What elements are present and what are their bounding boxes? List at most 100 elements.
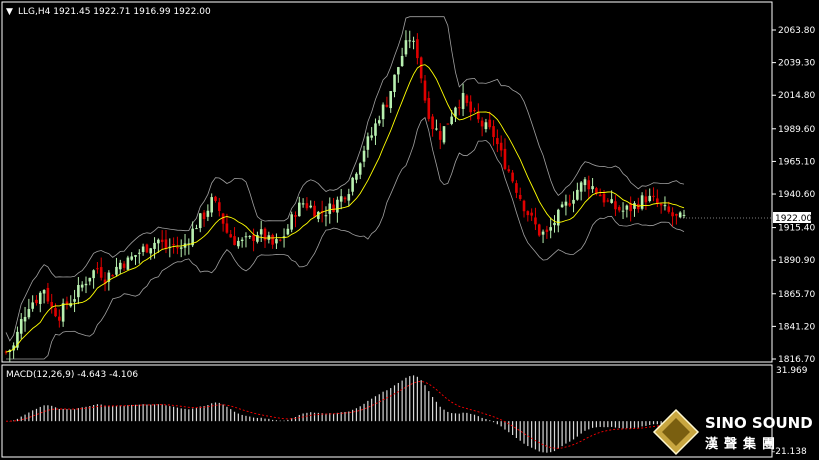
candle-bear xyxy=(164,239,168,249)
price-tick-label: 1890.90 xyxy=(778,256,815,266)
candle-bear xyxy=(225,223,229,233)
candle-bear xyxy=(598,194,602,197)
candle-bull xyxy=(237,240,240,247)
price-tick-label: 1816.70 xyxy=(778,355,815,365)
candle-bear xyxy=(99,267,103,278)
candle-bear xyxy=(496,138,499,145)
candle-bear xyxy=(294,215,297,217)
candle-bear xyxy=(176,247,179,249)
candle-bull xyxy=(572,199,575,204)
candle-bull xyxy=(309,205,313,208)
candle-bear xyxy=(545,229,549,232)
candle-bear xyxy=(659,203,663,206)
candle-bull xyxy=(324,215,328,217)
price-tick-label: 1915.40 xyxy=(778,224,815,234)
candle-bear xyxy=(534,217,537,225)
candle-bear xyxy=(229,234,233,238)
candle-bear xyxy=(667,206,671,212)
trading-chart[interactable]: ▼ LLG,H4 1921.45 1922.71 1916.99 1922.00… xyxy=(0,0,819,460)
candle-bear xyxy=(343,197,347,200)
candle-bear xyxy=(503,148,507,169)
candle-bull xyxy=(301,203,305,205)
symbol-dropdown-arrow[interactable]: ▼ xyxy=(6,7,13,17)
candle-bear xyxy=(172,244,175,246)
candle-bull xyxy=(557,209,560,226)
candle-bull xyxy=(355,173,358,180)
candle-bull xyxy=(297,202,301,217)
candle-bear xyxy=(530,212,533,216)
candle-bull xyxy=(591,186,594,190)
price-axis: 2063.80 2039.30 2014.80 1989.60 1965.10 1940.… xyxy=(772,26,815,365)
candle-bull xyxy=(393,74,396,92)
candle-bear xyxy=(416,39,419,59)
candle-bear xyxy=(602,193,606,203)
candle-bear xyxy=(499,142,503,151)
candle-bull xyxy=(195,228,198,230)
candle-bear xyxy=(423,80,427,101)
candle-bull xyxy=(663,205,667,207)
candle-bear xyxy=(511,172,514,182)
candle-bull xyxy=(389,91,393,109)
candle-bear xyxy=(252,234,255,241)
price-tick-label: 1965.10 xyxy=(778,157,815,167)
candle-bull xyxy=(336,199,339,213)
candle-bull xyxy=(206,210,210,217)
candle-bull xyxy=(286,228,290,235)
candle-bear xyxy=(617,206,621,211)
candle-bull xyxy=(560,204,564,208)
candle-bull xyxy=(583,179,587,186)
candle-bull xyxy=(210,197,213,213)
candle-bull xyxy=(141,246,145,252)
candle-bear xyxy=(214,196,217,201)
candle-bear xyxy=(522,200,526,212)
price-tick-label: 1989.60 xyxy=(778,125,815,135)
candle-bull xyxy=(347,194,351,201)
candle-bull xyxy=(134,255,137,257)
candle-bear xyxy=(50,302,54,307)
candle-bull xyxy=(240,239,244,241)
candle-bear xyxy=(507,169,511,172)
candle-bull xyxy=(374,123,377,136)
price-tick-label: 2039.30 xyxy=(778,59,815,69)
candle-bear xyxy=(218,202,221,212)
current-price-label: 1922.00 xyxy=(775,214,812,224)
candle-bear xyxy=(526,211,530,216)
candle-bull xyxy=(404,40,408,55)
candle-bear xyxy=(457,107,461,109)
candle-bear xyxy=(606,200,610,202)
candle-bull xyxy=(27,309,31,318)
logo-text-cn: 漢聲集團 xyxy=(705,436,781,452)
candle-bull xyxy=(377,120,381,124)
candle-bull xyxy=(553,222,556,226)
candle-bear xyxy=(671,212,674,217)
candle-bull xyxy=(541,231,545,235)
candle-bear xyxy=(202,212,206,220)
candle-bull xyxy=(244,236,248,238)
price-pane[interactable] xyxy=(1,1,773,363)
price-tick-label: 1841.20 xyxy=(778,322,815,332)
candle-bull xyxy=(621,210,625,212)
candle-bull xyxy=(84,283,88,286)
candle-bull xyxy=(682,214,686,216)
candle-bull xyxy=(275,239,278,244)
candle-bear xyxy=(313,205,316,217)
candle-bull xyxy=(290,214,293,230)
price-tick-label: 1940.60 xyxy=(778,190,815,200)
candle-bear xyxy=(480,120,484,127)
candle-bull xyxy=(69,303,73,307)
candle-bull xyxy=(61,303,65,322)
candle-bull xyxy=(400,55,404,67)
candle-bear xyxy=(675,213,678,216)
candle-bull xyxy=(381,104,385,120)
candle-bull xyxy=(579,182,583,192)
candle-bear xyxy=(122,263,126,268)
candle-bear xyxy=(438,131,442,140)
candle-bear xyxy=(469,101,472,113)
candle-bear xyxy=(652,195,655,197)
candle-bull xyxy=(118,262,122,270)
candle-bear xyxy=(515,183,518,193)
candle-bull xyxy=(351,177,354,192)
logo-text-en: SINO SOUND xyxy=(705,414,813,432)
candle-bull xyxy=(179,247,183,249)
candle-bull xyxy=(73,299,76,302)
